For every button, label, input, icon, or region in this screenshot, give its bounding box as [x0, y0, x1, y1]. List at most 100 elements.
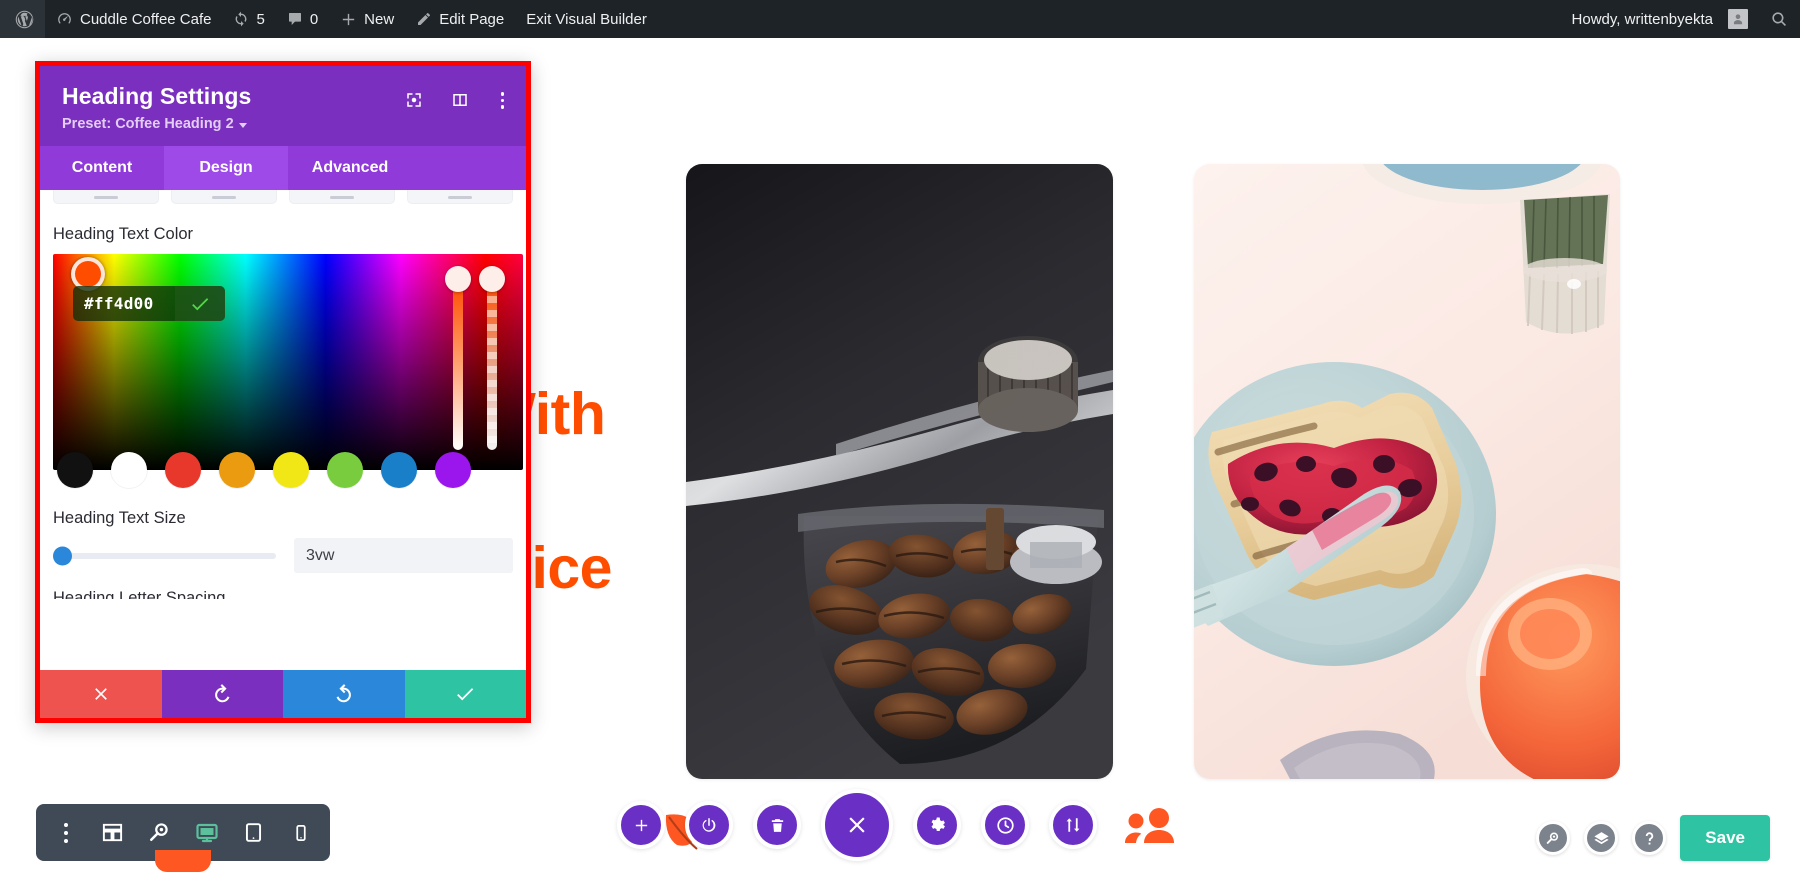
people-icon — [1125, 807, 1175, 843]
wordpress-logo-menu[interactable] — [0, 0, 45, 38]
close-builder-button[interactable] — [821, 789, 893, 861]
site-name-label: Cuddle Coffee Cafe — [80, 10, 212, 28]
wireframe-icon — [101, 821, 124, 844]
delete-button[interactable] — [753, 801, 801, 849]
leaf-badge-icon — [665, 814, 699, 850]
color-hue-slider-knob[interactable] — [445, 266, 471, 292]
comment-bubble-icon — [287, 11, 303, 27]
heading-text-size-slider-knob[interactable] — [53, 546, 72, 565]
new-content-menu[interactable]: New — [329, 0, 405, 38]
swatch-blue[interactable] — [381, 452, 417, 488]
undo-button[interactable] — [161, 670, 283, 718]
add-section-button[interactable] — [617, 801, 665, 849]
save-button[interactable]: Save — [1680, 815, 1770, 861]
tablet-icon — [243, 822, 264, 843]
updates-count: 5 — [256, 10, 265, 28]
option-card[interactable] — [289, 190, 395, 204]
history-button[interactable] — [981, 801, 1029, 849]
site-name-menu[interactable]: Cuddle Coffee Cafe — [45, 0, 222, 38]
color-alpha-slider[interactable] — [487, 282, 497, 450]
exit-visual-builder-label: Exit Visual Builder — [526, 10, 647, 28]
power-icon — [700, 816, 718, 834]
swatch-black[interactable] — [57, 452, 93, 488]
edit-page-link[interactable]: Edit Page — [405, 0, 515, 38]
avatar — [1728, 9, 1748, 29]
close-icon — [848, 816, 866, 834]
gear-icon — [928, 816, 946, 834]
cancel-changes-button[interactable] — [40, 670, 162, 718]
wireframe-view-button[interactable] — [89, 804, 136, 861]
builder-right-actions: Save — [1536, 815, 1770, 861]
edit-page-label: Edit Page — [439, 10, 505, 28]
swatch-purple[interactable] — [435, 452, 471, 488]
pencil-icon — [416, 11, 432, 27]
fullscreen-icon[interactable] — [405, 91, 423, 109]
device-preview-toolbar — [36, 804, 330, 872]
user-account-menu[interactable]: Howdy, writtenbyekta — [1561, 0, 1759, 38]
comments-count: 0 — [309, 10, 319, 28]
modal-tabs: Content Design Advanced — [40, 146, 526, 190]
tab-content[interactable]: Content — [40, 146, 164, 190]
option-card[interactable] — [407, 190, 513, 204]
color-hue-slider[interactable] — [453, 282, 463, 450]
phone-view-button[interactable] — [277, 804, 324, 861]
modal-header-actions — [405, 90, 509, 111]
color-swatch-row — [53, 452, 513, 488]
heading-text-size-label: Heading Text Size — [53, 509, 186, 527]
heading-text-size-slider[interactable] — [53, 546, 276, 565]
swatch-white[interactable] — [111, 452, 147, 488]
tablet-view-button[interactable] — [230, 804, 277, 861]
toggle-builder-button[interactable] — [665, 801, 733, 850]
question-mark-icon — [1642, 831, 1657, 846]
exit-visual-builder-link[interactable]: Exit Visual Builder — [515, 0, 658, 38]
collaborators-button[interactable] — [1117, 801, 1183, 849]
color-alpha-slider-knob[interactable] — [479, 266, 505, 292]
swatch-orange[interactable] — [219, 452, 255, 488]
modal-preset-label: Preset: Coffee Heading 2 — [62, 116, 234, 132]
magnifier-icon — [148, 821, 171, 844]
sort-button[interactable] — [1049, 801, 1097, 849]
swatch-green[interactable] — [327, 452, 363, 488]
sort-arrows-icon — [1064, 816, 1082, 834]
hex-value-input[interactable]: #ff4d00 — [73, 294, 175, 313]
modal-preset-selector[interactable]: Preset: Coffee Heading 2 — [62, 116, 504, 132]
heading-text-size-input[interactable] — [294, 538, 513, 573]
layers-button[interactable] — [1584, 821, 1619, 855]
toolbar-options-kebab[interactable] — [42, 804, 89, 861]
search-button[interactable] — [1536, 821, 1571, 855]
option-card[interactable] — [53, 190, 159, 204]
option-card[interactable] — [171, 190, 277, 204]
layers-icon — [1593, 830, 1610, 847]
desktop-icon — [195, 821, 219, 845]
updates-icon — [233, 11, 249, 27]
new-label: New — [364, 10, 395, 28]
save-changes-button[interactable] — [404, 670, 526, 718]
heading-settings-modal[interactable]: Heading Settings Preset: Coffee Heading … — [35, 61, 531, 723]
cut-off-option-cards-row — [53, 190, 513, 204]
wp-admin-bar: Cuddle Coffee Cafe 5 0 New Edit Page Exi… — [0, 0, 1800, 38]
image-toast-with-berry-jam[interactable] — [1194, 164, 1620, 779]
tab-design[interactable]: Design — [164, 146, 288, 190]
swatch-red[interactable] — [165, 452, 201, 488]
chevron-down-icon — [238, 122, 247, 128]
toolbar-drag-handle[interactable] — [155, 850, 211, 872]
help-button[interactable] — [1632, 821, 1667, 855]
redo-button[interactable] — [283, 670, 405, 718]
color-picker-saturation-area[interactable]: #ff4d00 — [53, 254, 523, 470]
swatch-yellow[interactable] — [273, 452, 309, 488]
settings-button[interactable] — [913, 801, 961, 849]
comments-menu[interactable]: 0 — [276, 0, 329, 38]
hex-confirm-button[interactable] — [175, 286, 225, 321]
image-coffee-grinder-with-beans[interactable] — [686, 164, 1113, 779]
kebab-menu-icon[interactable] — [497, 90, 509, 111]
heading-text-color-label: Heading Text Color — [53, 225, 194, 243]
kebab-menu-icon — [63, 822, 68, 843]
search-icon — [1770, 10, 1789, 29]
builder-action-bar — [617, 789, 1183, 861]
hex-value-chip[interactable]: #ff4d00 — [73, 286, 225, 321]
panel-layout-icon[interactable] — [451, 91, 469, 109]
admin-bar-search-button[interactable] — [1759, 0, 1800, 38]
updates-menu[interactable]: 5 — [222, 0, 275, 38]
plus-icon — [633, 817, 650, 834]
tab-advanced[interactable]: Advanced — [288, 146, 412, 190]
